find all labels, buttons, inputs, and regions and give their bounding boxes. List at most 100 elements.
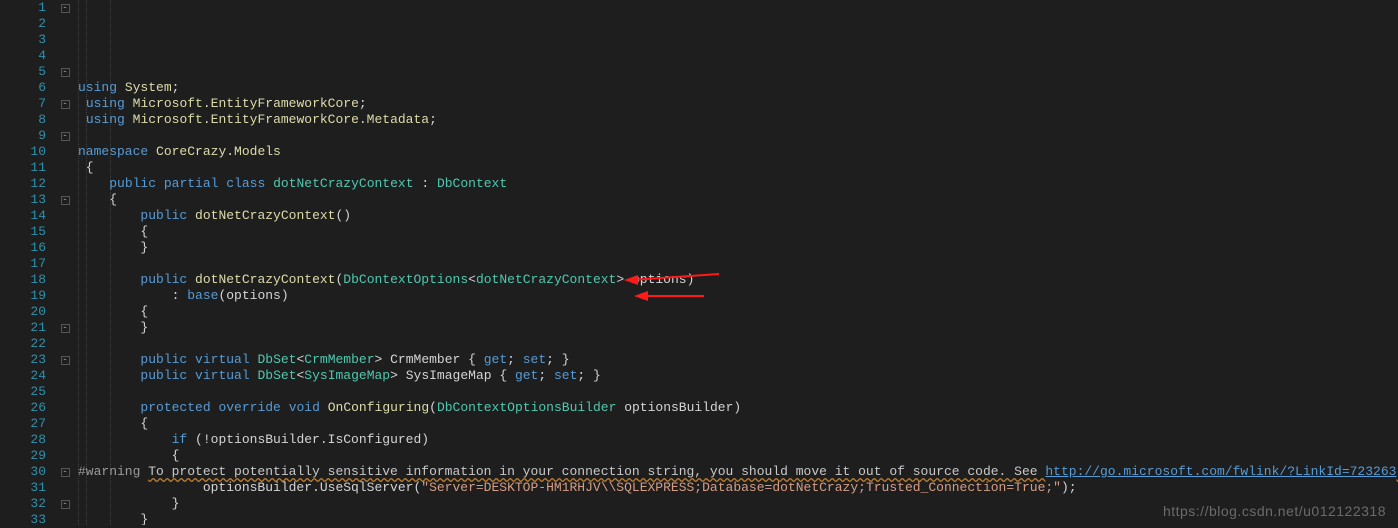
fold-toggle — [56, 480, 74, 496]
fold-toggle[interactable]: - — [56, 496, 74, 512]
fold-toggle — [56, 512, 74, 528]
token-kw: if — [172, 432, 188, 447]
token-id: dotNetCrazyContext — [195, 272, 335, 287]
fold-minus-icon[interactable]: - — [61, 324, 70, 333]
code-line[interactable] — [78, 336, 1398, 352]
token-punc: ; } — [577, 368, 600, 383]
fold-toggle — [56, 48, 74, 64]
token-kw: public — [140, 368, 187, 383]
code-line[interactable]: } — [78, 496, 1398, 512]
code-line[interactable]: public virtual DbSet<CrmMember> CrmMembe… — [78, 352, 1398, 368]
fold-toggle[interactable]: - — [56, 320, 74, 336]
code-line[interactable]: #warning To protect potentially sensitiv… — [78, 464, 1398, 480]
token-punc: ; — [507, 352, 523, 367]
fold-minus-icon[interactable]: - — [61, 68, 70, 77]
code-line[interactable]: if (!optionsBuilder.IsConfigured) — [78, 432, 1398, 448]
token-kw: set — [554, 368, 577, 383]
fold-toggle[interactable]: - — [56, 192, 74, 208]
token-punc: ; — [172, 80, 180, 95]
code-line[interactable]: public virtual DbSet<SysImageMap> SysIma… — [78, 368, 1398, 384]
code-editor[interactable]: 1234567891011121314151617181920212223242… — [0, 0, 1398, 525]
code-line[interactable]: { — [78, 192, 1398, 208]
token-type: DbSet — [257, 352, 296, 367]
code-line[interactable]: public dotNetCrazyContext(DbContextOptio… — [78, 272, 1398, 288]
token-punc: < — [468, 272, 476, 287]
fold-toggle — [56, 432, 74, 448]
line-number: 4 — [0, 48, 56, 64]
code-line[interactable]: } — [78, 512, 1398, 525]
fold-minus-icon[interactable]: - — [61, 356, 70, 365]
token-punc: ; — [359, 96, 367, 111]
token-id: System — [125, 80, 172, 95]
fold-column[interactable]: - - - - - - - - - — [56, 0, 74, 525]
code-line[interactable]: public dotNetCrazyContext() — [78, 208, 1398, 224]
code-line[interactable]: } — [78, 240, 1398, 256]
line-number: 30 — [0, 464, 56, 480]
fold-toggle[interactable]: - — [56, 352, 74, 368]
fold-minus-icon[interactable]: - — [61, 500, 70, 509]
fold-toggle — [56, 224, 74, 240]
token-punc — [187, 368, 195, 383]
code-line[interactable]: } — [78, 320, 1398, 336]
fold-minus-icon[interactable]: - — [61, 132, 70, 141]
token-kw: override — [218, 400, 280, 415]
token-punc: ); — [1061, 480, 1077, 495]
fold-toggle[interactable]: - — [56, 128, 74, 144]
token-punc — [78, 352, 140, 367]
code-line[interactable]: protected override void OnConfiguring(Db… — [78, 400, 1398, 416]
line-number: 22 — [0, 336, 56, 352]
line-number: 15 — [0, 224, 56, 240]
fold-minus-icon[interactable]: - — [61, 4, 70, 13]
token-kw: base — [187, 288, 218, 303]
token-type: SysImageMap — [304, 368, 390, 383]
line-number: 10 — [0, 144, 56, 160]
code-line[interactable]: public partial class dotNetCrazyContext … — [78, 176, 1398, 192]
token-punc: () — [335, 208, 351, 223]
code-line[interactable]: using Microsoft.EntityFrameworkCore; — [78, 96, 1398, 112]
token-warn-txt: To protect potentially sensitive informa… — [148, 464, 1045, 479]
code-line[interactable]: { — [78, 448, 1398, 464]
token-punc: { — [78, 224, 148, 239]
code-area[interactable]: using System; using Microsoft.EntityFram… — [74, 0, 1398, 525]
token-kw: public — [140, 208, 187, 223]
token-punc: ; — [538, 368, 554, 383]
line-number: 33 — [0, 512, 56, 528]
code-line[interactable]: using Microsoft.EntityFrameworkCore.Meta… — [78, 112, 1398, 128]
token-punc — [320, 400, 328, 415]
fold-toggle — [56, 112, 74, 128]
line-number: 20 — [0, 304, 56, 320]
fold-minus-icon[interactable]: - — [61, 100, 70, 109]
token-kw: set — [523, 352, 546, 367]
code-line[interactable]: { — [78, 160, 1398, 176]
code-line[interactable]: optionsBuilder.UseSqlServer("Server=DESK… — [78, 480, 1398, 496]
token-id: CoreCrazy.Models — [156, 144, 281, 159]
token-punc — [156, 176, 164, 191]
fold-toggle — [56, 368, 74, 384]
fold-toggle[interactable]: - — [56, 96, 74, 112]
token-id: OnConfiguring — [328, 400, 429, 415]
token-str: "Server=DESKTOP-HM1RHJV\\SQLEXPRESS;Data… — [421, 480, 1061, 495]
fold-toggle[interactable]: - — [56, 64, 74, 80]
code-line[interactable] — [78, 384, 1398, 400]
fold-toggle — [56, 448, 74, 464]
token-punc — [265, 176, 273, 191]
code-line[interactable]: using System; — [78, 80, 1398, 96]
code-line[interactable]: : base(options) — [78, 288, 1398, 304]
line-number: 28 — [0, 432, 56, 448]
fold-toggle[interactable]: - — [56, 0, 74, 16]
fold-minus-icon[interactable]: - — [61, 196, 70, 205]
token-type: dotNetCrazyContext — [476, 272, 616, 287]
token-kw: public — [109, 176, 156, 191]
code-line[interactable] — [78, 128, 1398, 144]
code-line[interactable]: namespace CoreCrazy.Models — [78, 144, 1398, 160]
token-type: DbSet — [257, 368, 296, 383]
fold-toggle[interactable]: - — [56, 464, 74, 480]
code-line[interactable]: { — [78, 304, 1398, 320]
code-line[interactable]: { — [78, 224, 1398, 240]
fold-toggle — [56, 240, 74, 256]
token-kw: virtual — [195, 352, 250, 367]
code-line[interactable] — [78, 256, 1398, 272]
token-punc — [187, 272, 195, 287]
fold-minus-icon[interactable]: - — [61, 468, 70, 477]
code-line[interactable]: { — [78, 416, 1398, 432]
